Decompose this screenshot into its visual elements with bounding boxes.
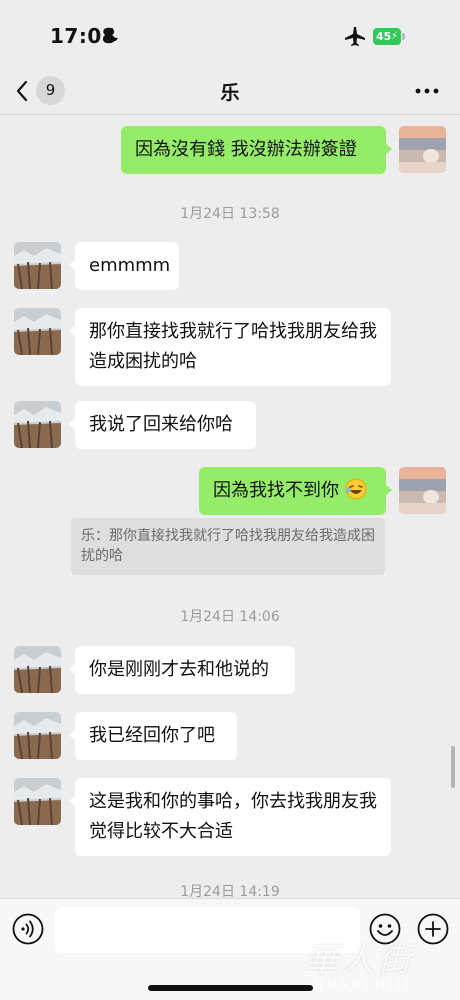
message-text: 因為我找不到你 [213,480,339,501]
message-timestamp: 1月24日 14:06 [180,609,280,625]
contact-avatar[interactable] [14,308,61,355]
contact-avatar[interactable] [14,401,61,448]
contact-avatar[interactable] [14,712,61,759]
incoming-message[interactable]: 我说了回来给你哈 [69,401,256,449]
outgoing-message[interactable]: 因為我找不到你 [199,467,392,515]
chat-header: 9 乐 [0,70,460,114]
my-avatar[interactable] [399,467,446,514]
incoming-message[interactable]: 我已经回你了吧 [69,712,237,760]
more-options-icon[interactable] [414,87,440,95]
charging-bolt-icon: ⚡ [390,31,398,42]
watermark-cn: 華人街 [305,940,413,980]
plus-icon[interactable] [417,913,449,945]
moon-icon [104,27,118,42]
watermark-logo: 華人街 HUARENJIE [305,942,455,996]
airplane-icon [345,27,365,46]
quoted-message[interactable]: 乐：那你直接找我就行了哈找我朋友给我造成困扰的哈 [71,518,385,575]
message-text: emmmm [89,255,171,276]
message-text: 那你直接找我就行了哈找我朋友给我造成困扰的哈 [89,321,377,372]
voice-input-icon[interactable] [12,913,44,945]
battery-level: 45 [376,30,392,43]
message-text: 我已经回你了吧 [89,725,215,746]
incoming-message[interactable]: 那你直接找我就行了哈找我朋友给我造成困扰的哈 [69,308,391,386]
outgoing-message[interactable]: 因為沒有錢 我沒辦法辦簽證 [121,126,392,174]
battery-tip [402,33,405,40]
incoming-message[interactable]: 这是我和你的事哈，你去找我朋友我觉得比较不大合适 [69,778,391,856]
message-timestamp: 1月24日 13:58 [180,206,280,222]
message-text: 这是我和你的事哈，你去找我朋友我觉得比较不大合适 [89,791,377,842]
incoming-message[interactable]: 你是刚刚才去和他说的 [69,646,295,694]
laughing-emoji-icon [345,478,367,500]
message-text: 我说了回来给你哈 [89,414,233,435]
incoming-message[interactable]: emmmm [69,242,179,290]
scrollbar[interactable] [451,746,455,788]
chat-title: 乐 [220,82,240,104]
message-text: 因為沒有錢 我沒辦法辦簽證 [135,139,357,160]
header-divider [0,114,460,115]
contact-avatar[interactable] [14,242,61,289]
status-bar: 17:08 45 ⚡ [0,0,460,70]
contact-avatar[interactable] [14,646,61,693]
message-text: 你是刚刚才去和他说的 [89,659,269,680]
contact-avatar[interactable] [14,778,61,825]
home-indicator [148,985,313,991]
my-avatar[interactable] [399,126,446,173]
watermark-en: HUARENJIE [313,978,416,992]
battery-indicator: 45 ⚡ [373,28,401,45]
